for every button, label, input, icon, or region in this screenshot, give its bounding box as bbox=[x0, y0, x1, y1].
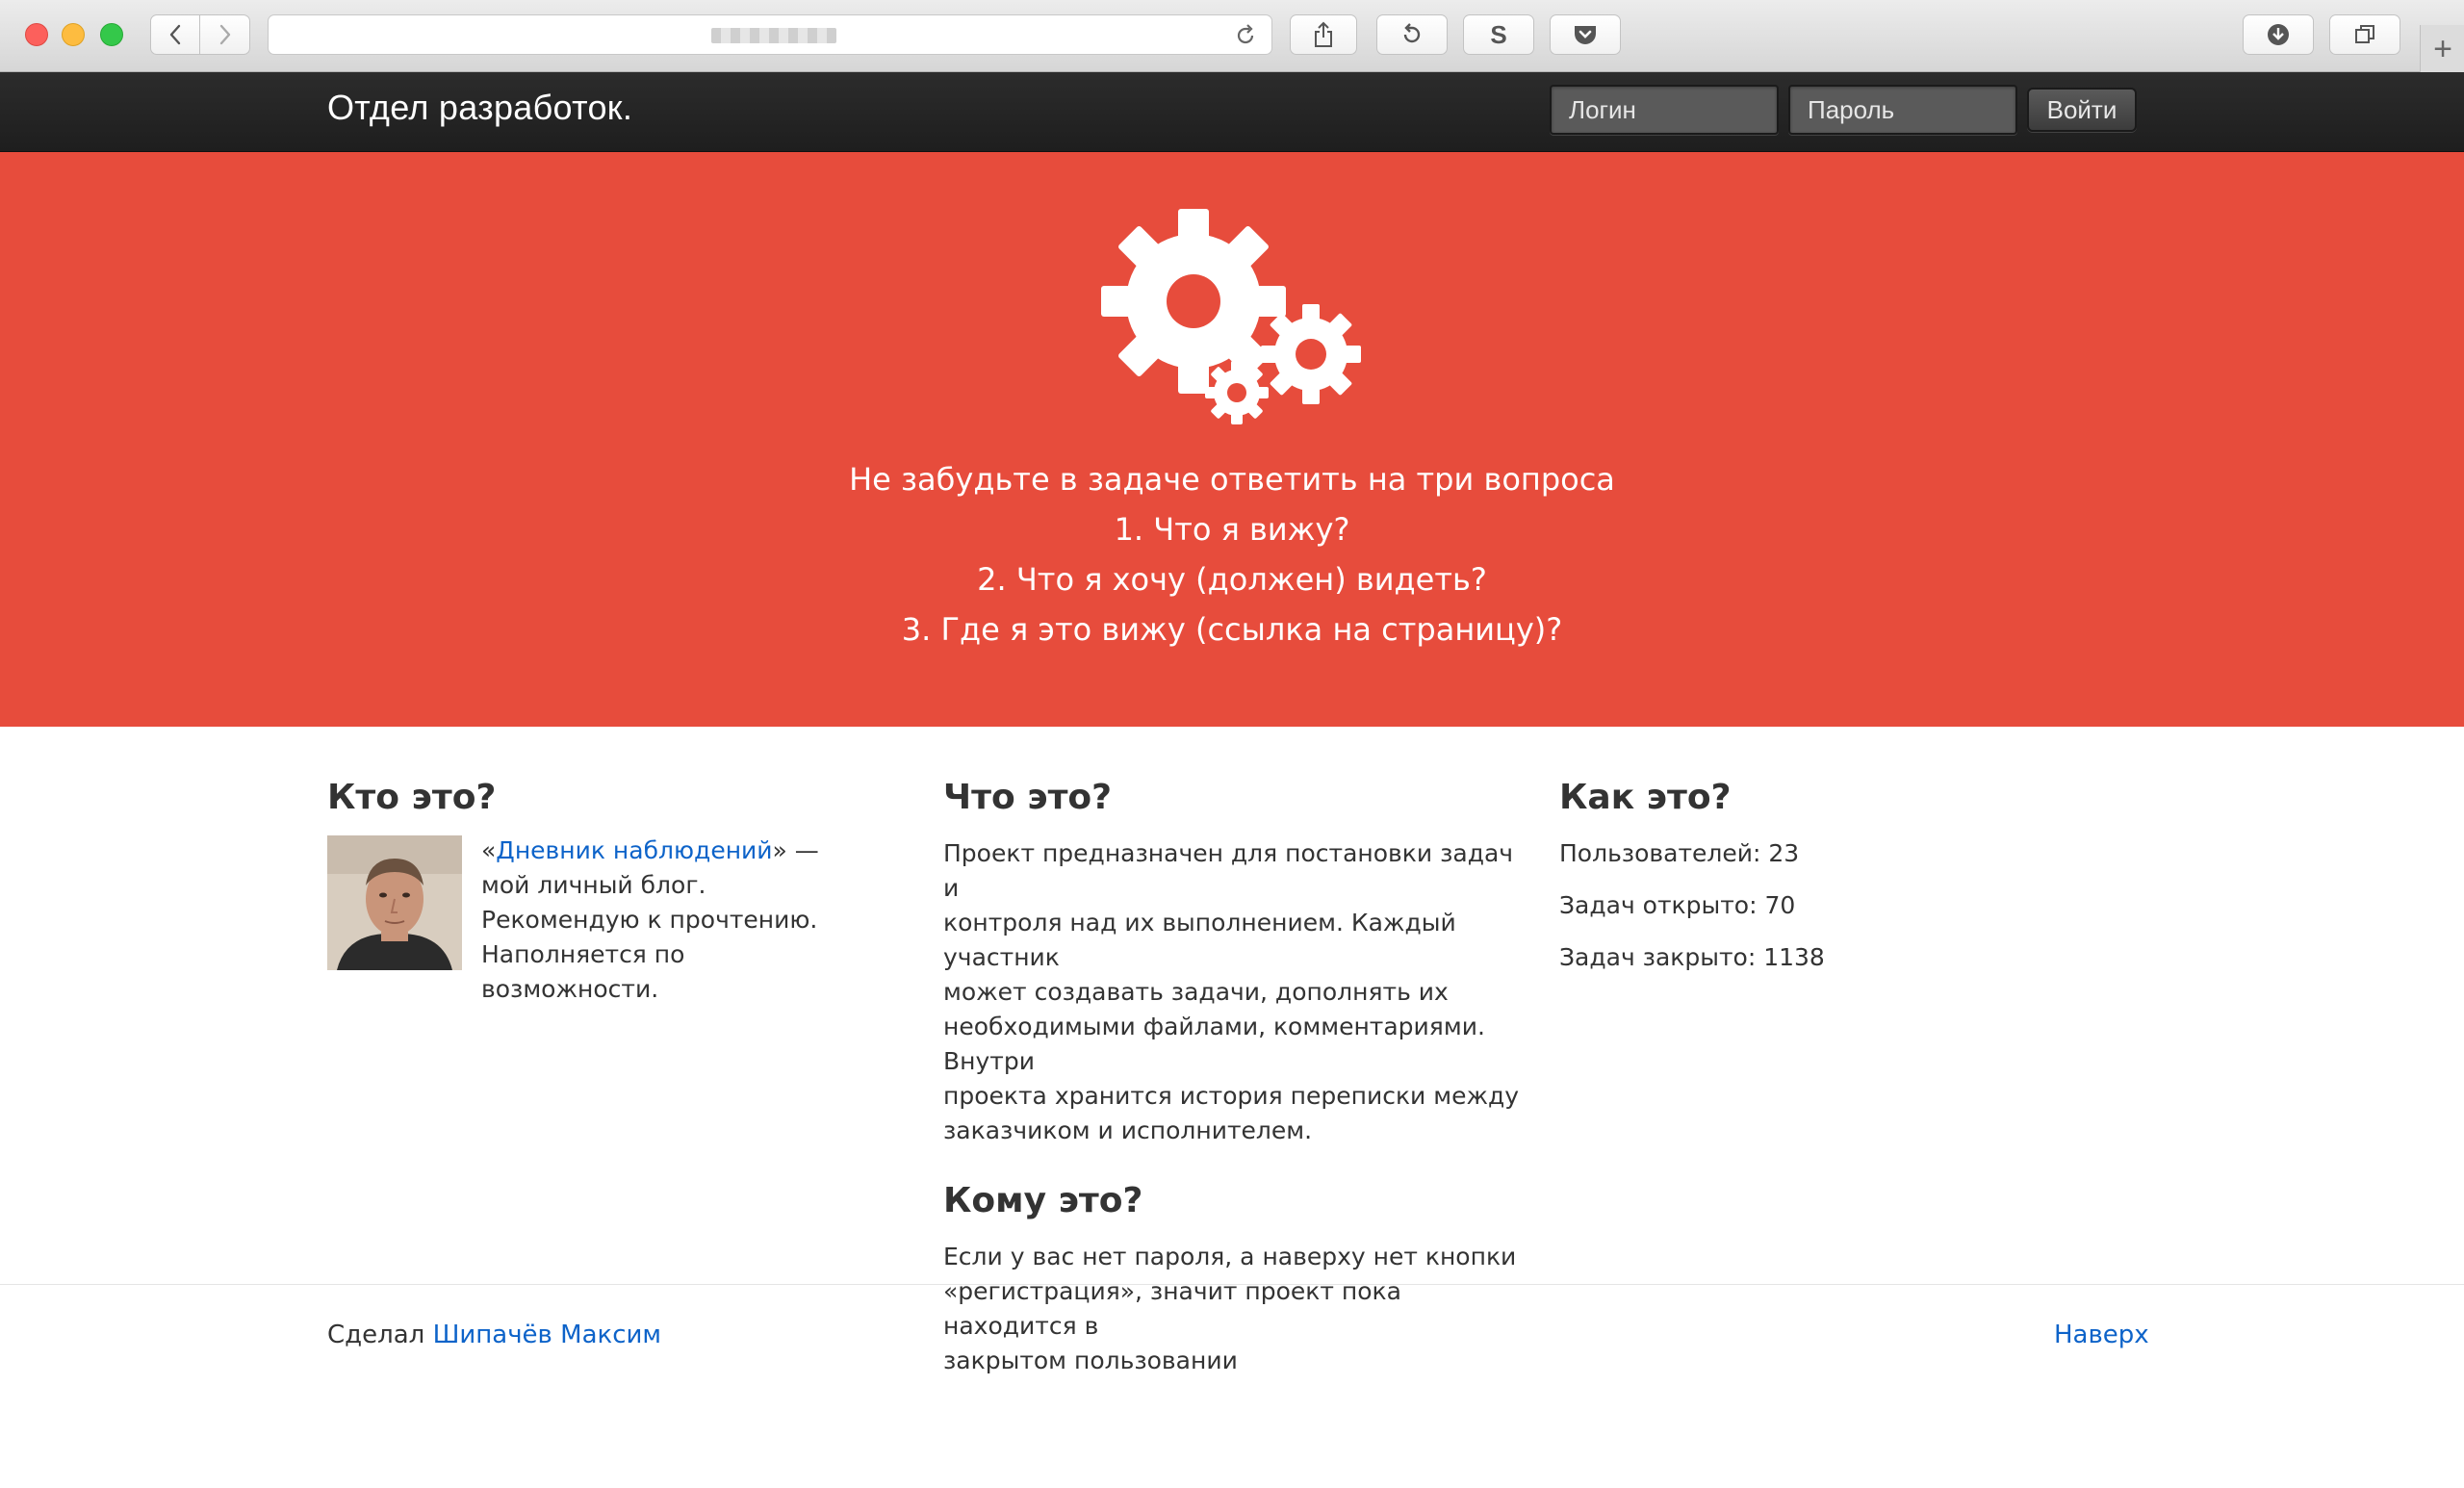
whom-section: Кому это? Если у вас нет пароля, а навер… bbox=[943, 1181, 1530, 1378]
password-input[interactable] bbox=[1788, 85, 2017, 135]
author-photo bbox=[327, 835, 462, 970]
author-avatar bbox=[327, 835, 462, 970]
who-heading: Кто это? bbox=[327, 778, 497, 817]
browser-toolbar: S + bbox=[0, 0, 2464, 73]
blog-line-4: Наполняется по возможности. bbox=[481, 940, 685, 1003]
how-section: Как это? Пользователей: 23 Задач открыто… bbox=[1559, 778, 2098, 992]
site-navbar: Отдел разработок. Войти bbox=[0, 72, 2464, 152]
history-icon bbox=[1403, 23, 1421, 43]
who-section: Кто это? «Дневник наблюдений» — мой личн… bbox=[327, 778, 866, 1003]
open-tasks-count: Задач открыто: 70 bbox=[1559, 891, 1796, 919]
blog-line-2: мой личный блог. bbox=[481, 871, 706, 899]
history-nav-group bbox=[150, 14, 250, 55]
whom-description: Если у вас нет пароля, а наверху нет кно… bbox=[943, 1243, 1517, 1374]
site-brand[interactable]: Отдел разработок. bbox=[327, 88, 632, 128]
new-tab-button[interactable]: + bbox=[2420, 25, 2464, 73]
whom-heading: Кому это? bbox=[943, 1181, 1143, 1220]
share-icon bbox=[1315, 21, 1332, 47]
hero-question-1: 1. Что я вижу? bbox=[1114, 511, 1350, 548]
hero-question-3: 3. Где я это вижу (ссылка на страницу)? bbox=[901, 611, 1563, 648]
pocket-button[interactable] bbox=[1550, 14, 1621, 55]
forward-icon bbox=[219, 24, 230, 45]
blog-line-3: Рекомендую к прочтению. bbox=[481, 906, 818, 934]
login-button[interactable]: Войти bbox=[2027, 88, 2137, 132]
url-text-blurred bbox=[711, 28, 836, 43]
hero-questions: Не забудьте в задаче ответить на три воп… bbox=[0, 454, 2464, 654]
back-icon bbox=[169, 24, 181, 45]
close-window-button[interactable] bbox=[25, 23, 48, 46]
closed-tasks-count: Задач закрыто: 1138 bbox=[1559, 943, 1825, 971]
tabs-icon bbox=[2355, 25, 2374, 43]
hero-title: Не забудьте в задаче ответить на три воп… bbox=[849, 461, 1615, 498]
s-extension-button[interactable]: S bbox=[1463, 14, 1534, 55]
pocket-icon bbox=[1575, 26, 1596, 44]
what-description: Проект предназначен для постановки задач… bbox=[943, 839, 1520, 1144]
hero-question-2: 2. Что я хочу (должен) видеть? bbox=[977, 561, 1487, 598]
minimize-window-button[interactable] bbox=[62, 23, 85, 46]
reload-icon[interactable] bbox=[1233, 23, 1258, 48]
tabs-overview-button[interactable] bbox=[2329, 14, 2400, 55]
history-button[interactable] bbox=[1376, 14, 1448, 55]
what-heading: Что это? bbox=[943, 778, 1113, 817]
download-icon bbox=[2268, 24, 2289, 45]
hero-banner: Не забудьте в задаче ответить на три воп… bbox=[0, 152, 2464, 727]
downloads-button[interactable] bbox=[2243, 14, 2314, 55]
footer-credit: Сделал Шипачёв Максим bbox=[327, 1321, 662, 1349]
author-link[interactable]: Шипачёв Максим bbox=[433, 1321, 661, 1349]
back-to-top-link[interactable]: Наверх bbox=[2054, 1321, 2149, 1349]
share-button[interactable] bbox=[1290, 14, 1357, 55]
what-section: Что это? Проект предназначен для постано… bbox=[943, 778, 1530, 1378]
gears-icon bbox=[1101, 209, 1361, 424]
forward-button[interactable] bbox=[200, 14, 250, 55]
footer-divider bbox=[0, 1284, 2464, 1285]
blog-link[interactable]: Дневник наблюдений bbox=[496, 836, 772, 864]
s-extension-icon: S bbox=[1490, 19, 1507, 49]
address-bar[interactable] bbox=[268, 14, 1272, 55]
login-input[interactable] bbox=[1550, 85, 1779, 135]
blog-description: «Дневник наблюдений» — мой личный блог. … bbox=[481, 834, 866, 1007]
users-count: Пользователей: 23 bbox=[1559, 839, 1800, 867]
back-button[interactable] bbox=[150, 14, 200, 55]
new-tab-icon: + bbox=[2433, 30, 2452, 67]
zoom-window-button[interactable] bbox=[100, 23, 123, 46]
how-heading: Как это? bbox=[1559, 778, 1732, 817]
